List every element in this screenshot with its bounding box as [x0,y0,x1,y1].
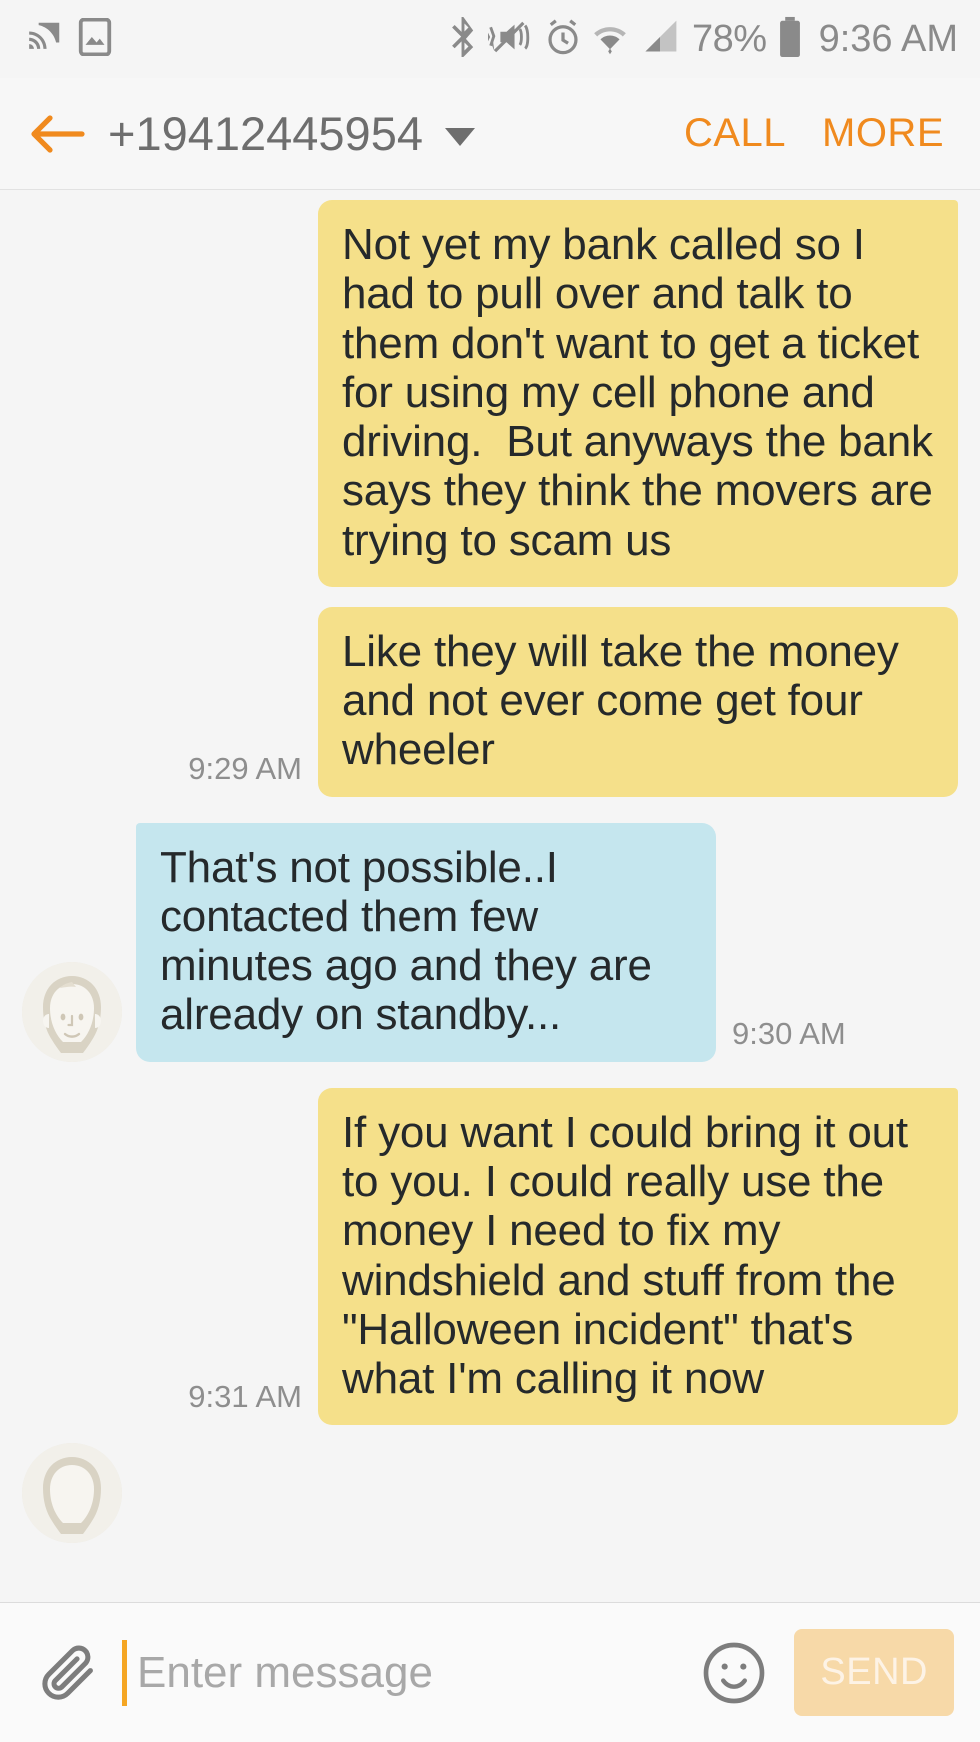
text-cursor [122,1639,127,1706]
message-bubble-outgoing[interactable]: Like they will take the money and not ev… [318,606,958,797]
message-timestamp: 9:30 AM [732,1015,846,1051]
message-bubble-outgoing[interactable]: If you want I could bring it out to you.… [318,1087,958,1426]
back-arrow-icon[interactable] [30,106,86,162]
send-button[interactable]: SEND [794,1629,954,1716]
message-input[interactable]: Enter message [102,1603,698,1742]
paperclip-icon[interactable] [34,1639,102,1707]
wifi-icon [592,17,628,62]
page-title: +19412445954 [108,107,423,160]
smiley-icon[interactable] [698,1637,770,1709]
send-button-label: SEND [820,1651,928,1693]
alarm-icon [545,17,581,62]
contact-avatar-icon[interactable] [22,961,122,1062]
message-timestamp: 9:29 AM [188,750,302,786]
screenshot-icon [78,17,112,61]
message-row: Not yet my bank called so I had to pull … [0,200,980,587]
app-bar-actions: CALL MORE [684,111,958,156]
conversation-title-dropdown[interactable]: +19412445954 [108,106,475,161]
vibrate-mute-icon [488,17,534,62]
message-row: That's not possible..I contacted them fe… [0,822,980,1062]
more-button[interactable]: MORE [822,111,944,156]
bluetooth-icon [449,16,477,62]
call-button[interactable]: CALL [684,111,786,156]
message-input-placeholder: Enter message [137,1647,433,1697]
battery-percent-label: 78% [692,17,767,60]
battery-icon [778,16,802,63]
message-bubble-incoming[interactable]: That's not possible..I contacted them fe… [136,822,716,1062]
message-row [0,1443,980,1544]
message-row: 9:29 AM Like they will take the money an… [0,606,980,797]
message-bubble-outgoing[interactable]: Not yet my bank called so I had to pull … [318,200,958,587]
message-timestamp: 9:31 AM [188,1379,302,1415]
status-bar-left-icons [26,17,112,61]
message-row: 9:31 AM If you want I could bring it out… [0,1087,980,1426]
message-composer: Enter message SEND [0,1602,980,1742]
contact-avatar-icon[interactable] [22,1443,122,1544]
cast-icon [26,18,64,61]
messaging-app-screen: 78% 9:36 AM +19412445954 CALL MORE Not y… [0,0,980,1742]
status-bar-clock: 9:36 AM [818,17,958,60]
status-bar: 78% 9:36 AM [0,0,980,78]
chevron-down-icon [444,127,475,146]
signal-icon [639,17,681,62]
message-thread[interactable]: Not yet my bank called so I had to pull … [0,190,980,1602]
status-bar-right-icons: 78% 9:36 AM [449,16,958,63]
app-bar: +19412445954 CALL MORE [0,78,980,190]
